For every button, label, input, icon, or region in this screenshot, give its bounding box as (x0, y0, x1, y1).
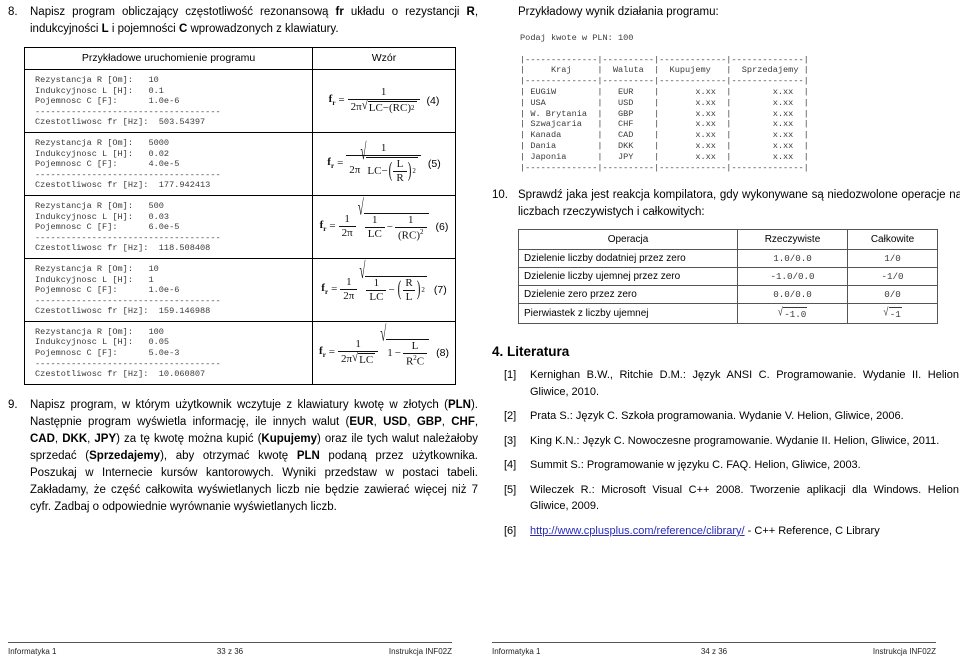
formula-6: fr = 1 2π √ 1 LC − 1 (RC)2 (6) (319, 196, 449, 242)
ops-int-2: -1/0 (847, 267, 938, 287)
run-example-5: Rezystancja R [Om]: 100 Indukcyjnosc L [… (35, 326, 221, 380)
table-row: Dzielenie liczby dodatniej przez zero 1.… (518, 249, 938, 269)
run-example-4: Rezystancja R [Om]: 10 Indukcyjnosc L [H… (35, 263, 221, 317)
reference-text-6: http://www.cplusplus.com/reference/clibr… (530, 523, 960, 540)
ops-col-integer: Całkowite (847, 229, 938, 251)
formula-8: fr = 1 2π √ LC √ 1− L R2C (8) (319, 322, 449, 368)
equation-number-7: (7) (433, 283, 447, 296)
equation-number-8: (8) (436, 346, 449, 359)
ops-int-3: 0/0 (847, 285, 938, 305)
ops-real-3: 0.0/0.0 (737, 285, 848, 305)
run-example-2: Rezystancja R [Om]: 5000 Indukcyjnosc L … (35, 137, 221, 191)
question-8: 8. Napisz program obliczający częstotliw… (8, 4, 478, 38)
footer-page-number: 34 z 36 (700, 647, 728, 656)
literature-heading: 4. Literatura (492, 344, 570, 360)
list-item: [5] Wileczek R.: Microsoft Visual C++ 20… (504, 482, 960, 515)
ops-col-operation: Operacja (518, 229, 738, 251)
reference-text-3: King K.N.: Język C. Nowoczesne programow… (530, 434, 940, 447)
footer-document-code: Instrukcja INF02Z (872, 647, 936, 656)
examples-formulas-table: Przykładowe uruchomienie programu Wzór R… (24, 47, 456, 385)
ops-operation-2: Dzielenie liczby ujemnej przez zero (518, 267, 738, 287)
sqrt-icon: √ -1 (883, 305, 902, 321)
ops-real-2: -1.0/0.0 (737, 267, 848, 287)
reference-number-4: [4] (504, 459, 517, 472)
question-10-text: Sprawdź jaka jest reakcja kompilatora, g… (518, 189, 960, 219)
run-example-3: Rezystancja R [Om]: 500 Indukcyjnosc L [… (35, 200, 221, 254)
operations-table: Operacja Rzeczywiste Całkowite Dzielenie… (518, 229, 938, 325)
document-page: 8. Napisz program obliczający częstotliw… (0, 0, 960, 662)
footer-right-page: Informatyka 1 34 z 36 Instrukcja INF02Z (492, 642, 936, 656)
table-row: Rezystancja R [Om]: 10 Indukcyjnosc L [H… (24, 69, 456, 133)
footer-course-name: Informatyka 1 (8, 647, 57, 656)
reference-text-4: Summit S.: Programowanie w języku C. FAQ… (530, 459, 861, 472)
ops-int-4: √ -1 (847, 303, 938, 325)
reference-number-2: [2] (504, 410, 517, 423)
right-page-column: Przykładowy wynik działania programu: Po… (492, 0, 960, 662)
question-10-number: 10. (492, 189, 508, 202)
equation-number-4: (4) (426, 94, 440, 107)
col-header-run: Przykładowe uruchomienie programu (24, 47, 313, 70)
table-row: Rezystancja R [Om]: 10 Indukcyjnosc L [H… (24, 257, 456, 322)
left-page-column: 8. Napisz program obliczający częstotliw… (8, 0, 478, 662)
table-header-row: Przykładowe uruchomienie programu Wzór (24, 47, 456, 70)
ops-real-1: 1.0/0.0 (737, 249, 848, 269)
reference-number-6: [6] (504, 524, 517, 537)
table-row: Rezystancja R [Om]: 500 Indukcyjnosc L [… (24, 194, 456, 259)
ops-operation-4: Pierwiastek z liczby ujemnej (518, 303, 738, 325)
footer-left-page: Informatyka 1 33 z 36 Instrukcja INF02Z (8, 642, 452, 656)
list-item: [3] King K.N.: Język C. Nowoczesne progr… (504, 433, 960, 450)
run-example-1: Rezystancja R [Om]: 10 Indukcyjnosc L [H… (35, 75, 221, 128)
list-item: [2] Prata S.: Język C. Szkoła programowa… (504, 408, 960, 425)
table-row: Rezystancja R [Om]: 5000 Indukcyjnosc L … (24, 131, 456, 196)
sqrt-icon: √ -1.0 (777, 305, 808, 321)
equation-number-6: (6) (435, 220, 449, 233)
ops-int-1: 1/0 (847, 249, 938, 269)
ops-col-real: Rzeczywiste (737, 229, 848, 251)
list-item: [1] Kernighan B.W., Ritchie D.M.: Język … (504, 367, 960, 400)
question-9-text: Napisz program, w którym użytkownik wczy… (30, 398, 479, 513)
question-10: 10. Sprawdź jaka jest reakcja kompilator… (492, 187, 960, 221)
formula-4: fr = 1 2π √ LC−(RC) 2 (4) (328, 86, 440, 115)
formula-5: fr = 1 2π √ LC−(L R) 2 (5) (327, 140, 441, 185)
ops-operation-3: Dzielenie zero przez zero (518, 285, 738, 305)
cplusplus-reference-link[interactable]: http://www.cplusplus.com/reference/clibr… (530, 525, 745, 537)
question-9-number: 9. (8, 398, 18, 411)
ops-int-4-value: -1 (888, 307, 902, 321)
console-output: Podaj kwote w PLN: 100 |--------------|-… (520, 33, 809, 173)
ops-operation-1: Dzielenie liczby dodatniej przez zero (518, 249, 738, 269)
list-item: [6] http://www.cplusplus.com/reference/c… (504, 523, 960, 540)
reference-text-5: Wileczek R.: Microsoft Visual C++ 2008. … (530, 483, 960, 513)
reference-number-3: [3] (504, 434, 517, 447)
reference-number-5: [5] (504, 483, 517, 496)
formula-7: fr = 1 2π √ 1 LC − (R L) 2 (7) (321, 259, 447, 304)
reference-number-1: [1] (504, 369, 517, 382)
literature-list: [1] Kernighan B.W., Ritchie D.M.: Język … (504, 367, 960, 539)
footer-course-name: Informatyka 1 (492, 647, 541, 656)
ops-real-4: √ -1.0 (737, 303, 848, 325)
reference-text-1: Kernighan B.W., Ritchie D.M.: Język ANSI… (530, 369, 960, 398)
sample-output-label: Przykładowy wynik działania programu: (518, 6, 719, 18)
table-row: Pierwiastek z liczby ujemnej √ -1.0 √ -1 (518, 303, 938, 325)
question-8-text: Napisz program obliczający częstotliwość… (30, 6, 479, 35)
col-header-formula: Wzór (312, 47, 456, 70)
ops-header-row: Operacja Rzeczywiste Całkowite (518, 229, 938, 251)
reference-text-6-suffix: - C++ Reference, C Library (744, 524, 880, 537)
ops-real-4-value: -1.0 (783, 307, 808, 321)
reference-text-2: Prata S.: Język C. Szkoła programowania.… (530, 410, 904, 423)
table-row: Dzielenie zero przez zero 0.0/0.0 0/0 (518, 285, 938, 305)
question-9: 9. Napisz program, w którym użytkownik w… (8, 397, 478, 516)
table-row: Dzielenie liczby ujemnej przez zero -1.0… (518, 267, 938, 287)
question-8-number: 8. (8, 6, 18, 18)
table-row: Rezystancja R [Om]: 100 Indukcyjnosc L [… (24, 320, 456, 385)
list-item: [4] Summit S.: Programowanie w języku C.… (504, 457, 960, 474)
equation-number-5: (5) (427, 157, 441, 170)
footer-document-code: Instrukcja INF02Z (388, 647, 452, 656)
footer-page-number: 33 z 36 (216, 647, 244, 656)
